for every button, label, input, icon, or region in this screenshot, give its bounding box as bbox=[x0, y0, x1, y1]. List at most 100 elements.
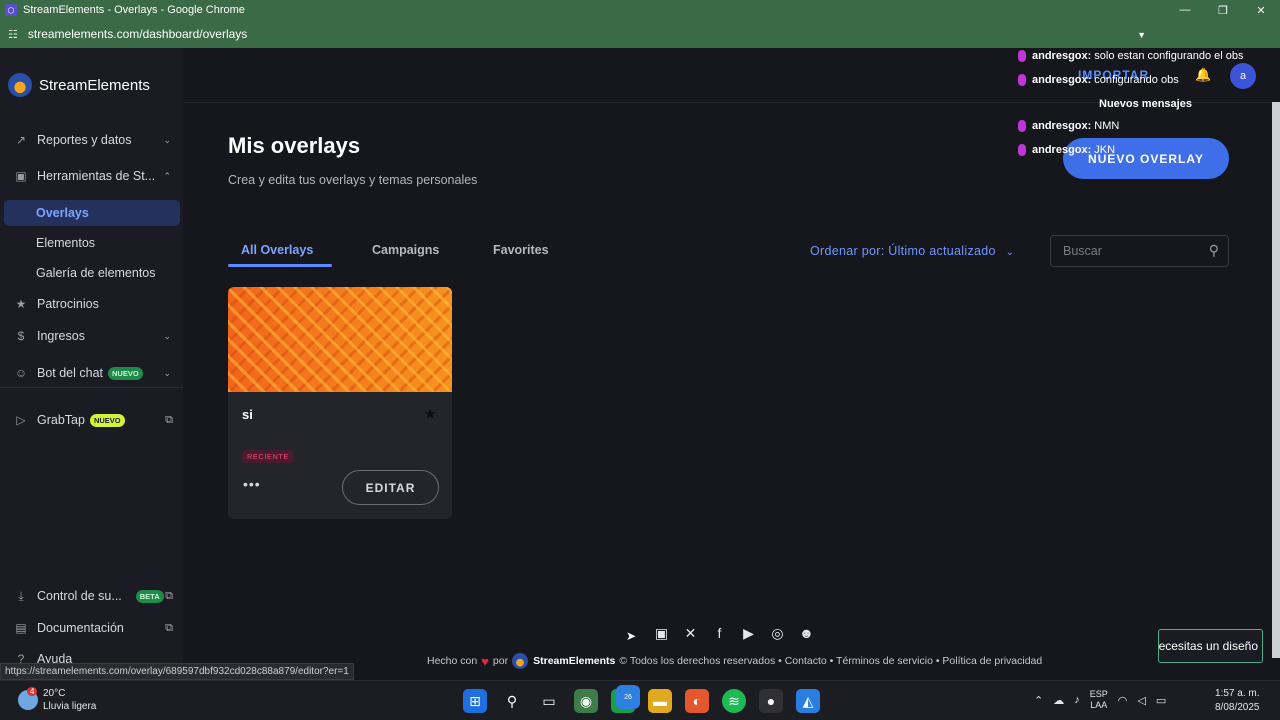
wifi-icon[interactable]: ◠ bbox=[1118, 694, 1128, 707]
chat-user: andresgox: bbox=[1032, 74, 1092, 86]
search-icon[interactable]: ⚲ bbox=[500, 689, 524, 713]
sidebar-item-ingresos[interactable]: $ Ingresos ⌄ bbox=[0, 323, 183, 349]
doc-icon: ▤ bbox=[15, 621, 27, 635]
chevron-up-icon: ⌃ bbox=[163, 170, 171, 181]
sidebar-item-control[interactable]: ⤓ Control de su... BETA ⧉ bbox=[0, 583, 183, 609]
external-link-icon: ⧉ bbox=[165, 413, 173, 426]
dollar-icon: $ bbox=[17, 329, 25, 343]
photos-icon[interactable]: ◭ bbox=[796, 689, 820, 713]
design-help-button[interactable]: Necesitas un diseño bbox=[1158, 629, 1263, 663]
overlay-thumbnail[interactable] bbox=[228, 287, 452, 392]
overlay-card[interactable]: si ★ RECIENTE ••• EDITAR bbox=[228, 287, 452, 519]
window-title: StreamElements - Overlays - Google Chrom… bbox=[23, 4, 245, 16]
notification-badge: 26 bbox=[616, 685, 640, 709]
close-button[interactable]: ✕ bbox=[1242, 0, 1280, 20]
sidebar-item-documentacion[interactable]: ▤ Documentación ⧉ bbox=[0, 615, 183, 641]
search-input[interactable]: Buscar ⚲ bbox=[1050, 235, 1229, 267]
download-icon: ⤓ bbox=[18, 588, 24, 603]
streamelements-tab-icon: ⬡ bbox=[5, 4, 17, 16]
weather-widget[interactable]: 4 20°C Lluvia ligera bbox=[18, 687, 96, 713]
chat-user: andresgox: bbox=[1032, 50, 1092, 62]
bot-icon: ☺ bbox=[14, 366, 28, 380]
edit-button[interactable]: EDITAR bbox=[342, 470, 439, 505]
page-title: Mis overlays bbox=[228, 133, 361, 158]
chevron-down-icon: ⌄ bbox=[1005, 247, 1015, 258]
x-icon[interactable]: ✕ bbox=[681, 625, 700, 642]
sidebar-item-label: Control de su... bbox=[37, 589, 122, 603]
bell-icon[interactable]: 🔔 bbox=[1195, 67, 1211, 83]
sidebar-item-galeria[interactable]: Galería de elementos bbox=[36, 266, 156, 280]
url-text[interactable]: streamelements.com/dashboard/overlays bbox=[28, 27, 247, 41]
chevron-down-icon[interactable]: ▼ bbox=[1137, 30, 1146, 40]
streamelements-logo-icon bbox=[512, 653, 529, 669]
sidebar-item-herramientas[interactable]: ▣ Herramientas de St... ⌃ bbox=[0, 163, 183, 189]
footer-links[interactable]: © Todos los derechos reservados • Contac… bbox=[619, 655, 1042, 667]
file-explorer-icon[interactable]: ▬ bbox=[648, 689, 672, 713]
discord-icon[interactable]: ☻ bbox=[797, 625, 816, 642]
chat-text: JKN bbox=[1094, 144, 1116, 156]
external-link-icon: ⧉ bbox=[165, 589, 173, 602]
chat-message: andresgox: JKN bbox=[1018, 144, 1115, 156]
grabtap-icon: ▷ bbox=[16, 413, 26, 427]
chevron-down-icon: ⌄ bbox=[163, 367, 171, 378]
tab-all-overlays[interactable]: All Overlays bbox=[241, 243, 313, 257]
volume-icon[interactable]: ◁ bbox=[1137, 694, 1145, 707]
sidebar-item-patrocinios[interactable]: ★ Patrocinios bbox=[0, 291, 183, 317]
twitch-icon[interactable]: ▣ bbox=[652, 625, 671, 642]
lang-layout: LAA bbox=[1090, 700, 1108, 710]
facebook-icon[interactable]: f bbox=[710, 625, 729, 642]
microphone-icon[interactable]: ♪ bbox=[1074, 694, 1080, 706]
chat-text: configurando obs bbox=[1094, 74, 1179, 86]
tab-campaigns[interactable]: Campaigns bbox=[372, 243, 439, 257]
sidebar-item-reportes[interactable]: ↗ Reportes y datos ⌄ bbox=[0, 127, 183, 153]
weather-text: Lluvia ligera bbox=[43, 701, 97, 712]
tools-icon: ▣ bbox=[15, 169, 27, 183]
footer-brand[interactable]: StreamElements bbox=[512, 653, 615, 669]
sort-label: Ordenar por: Último actualizado bbox=[810, 244, 996, 258]
youtube-icon[interactable]: ▶ bbox=[739, 625, 758, 642]
sidebar-item-bot[interactable]: ☺ Bot del chat NUEVO ⌄ bbox=[0, 360, 183, 386]
chevron-up-icon[interactable]: ⌃ bbox=[1034, 694, 1043, 707]
address-bar[interactable]: ☷ streamelements.com/dashboard/overlays … bbox=[0, 20, 1280, 48]
firefox-icon[interactable]: ◐ bbox=[685, 689, 709, 713]
chevron-down-icon: ⌄ bbox=[163, 134, 171, 145]
chat-message: andresgox: configurando obs bbox=[1018, 74, 1179, 86]
date: 8/08/2025 bbox=[1215, 702, 1260, 713]
cloud-icon[interactable]: ☁ bbox=[1053, 694, 1064, 707]
more-options-icon[interactable]: ••• bbox=[243, 476, 261, 492]
sidebar-item-overlays[interactable] bbox=[4, 200, 180, 226]
task-view-icon[interactable]: ▭ bbox=[537, 689, 561, 713]
sidebar: StreamElements ↗ Reportes y datos ⌄ ▣ He… bbox=[0, 48, 183, 680]
weather-icon: 4 bbox=[18, 687, 38, 710]
obs-icon[interactable]: ● bbox=[759, 689, 783, 713]
avatar[interactable]: a bbox=[1230, 63, 1256, 89]
new-messages-label: Nuevos mensajes bbox=[1099, 98, 1192, 110]
clock[interactable]: 1:57 a. m. 8/08/2025 bbox=[1215, 687, 1260, 715]
streamelements-logo-icon bbox=[8, 73, 32, 97]
instagram-icon[interactable]: ◎ bbox=[768, 625, 787, 642]
social-links: ▣ ✕ f ▶ ◎ ☻ bbox=[652, 625, 816, 642]
sidebar-item-label: Bot del chat bbox=[37, 366, 104, 380]
taskbar: 4 20°C Lluvia ligera ⊞ ⚲ ▭ ◉ ✆26 ▬ ◐ ≋ ●… bbox=[0, 680, 1280, 720]
page-scrollbar[interactable] bbox=[1272, 102, 1280, 658]
brand-logo[interactable]: StreamElements bbox=[8, 73, 150, 97]
mouse-cursor-icon: ➤ bbox=[626, 629, 637, 643]
chat-user: andresgox: bbox=[1032, 144, 1092, 156]
site-info-icon[interactable]: ☷ bbox=[8, 28, 18, 41]
spotify-icon[interactable]: ≋ bbox=[722, 689, 746, 713]
sidebar-item-grabtap[interactable]: ▷ GrabTap NUEVO ⧉ bbox=[0, 407, 183, 433]
favorite-star-icon[interactable]: ★ bbox=[424, 405, 437, 423]
footer-by: por bbox=[492, 655, 509, 667]
sort-dropdown[interactable]: Ordenar por: Último actualizado ⌄ bbox=[810, 244, 1014, 258]
maximize-button[interactable]: ❐ bbox=[1204, 0, 1242, 20]
minimize-button[interactable]: — bbox=[1166, 0, 1204, 20]
battery-icon[interactable]: ▭ bbox=[1156, 694, 1166, 707]
chrome-icon[interactable]: ◉ bbox=[574, 689, 598, 713]
sidebar-item-elementos[interactable]: Elementos bbox=[36, 236, 95, 250]
whatsapp-icon[interactable]: ✆26 bbox=[611, 685, 640, 713]
windows-start-icon[interactable]: ⊞ bbox=[463, 689, 487, 713]
language-indicator[interactable]: ESP LAA bbox=[1090, 689, 1108, 711]
search-icon[interactable]: ⚲ bbox=[1209, 242, 1219, 259]
sidebar-item-overlays-label[interactable]: Overlays bbox=[36, 206, 89, 220]
tab-favorites[interactable]: Favorites bbox=[493, 243, 549, 257]
